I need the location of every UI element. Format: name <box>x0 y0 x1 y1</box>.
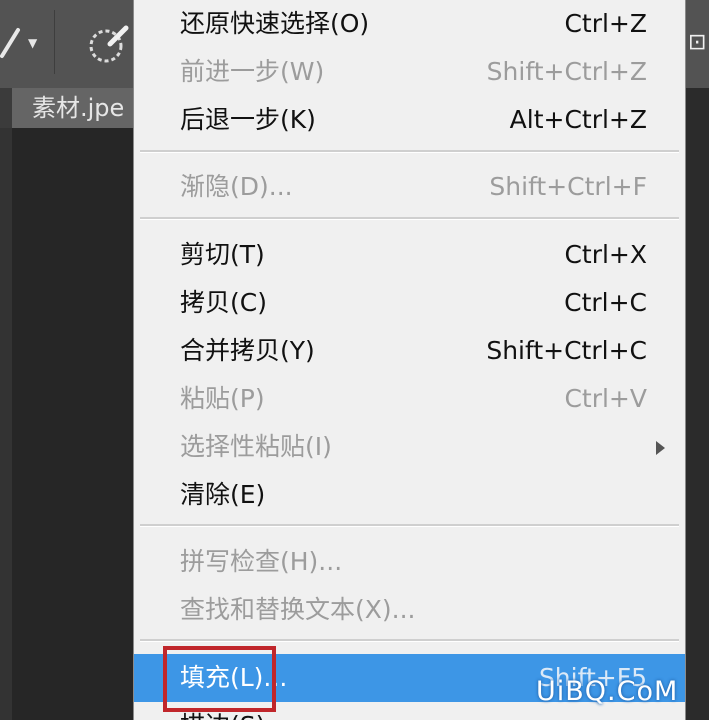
chevron-down-icon[interactable]: ▼ <box>28 36 37 50</box>
menu-item-step-forward[interactable]: 前进一步(W) Shift+Ctrl+Z <box>134 48 685 96</box>
menu-separator <box>140 524 679 527</box>
menu-item-undo-quick-selection[interactable]: 还原快速选择(O) Ctrl+Z <box>134 0 685 48</box>
menu-item-shortcut: Ctrl+Z <box>564 9 647 38</box>
document-tab-bar: 素材.jpe <box>0 88 140 128</box>
menu-item-check-spelling[interactable]: 拼写检查(H)... <box>134 538 685 586</box>
menu-item-shortcut: Shift+Ctrl+C <box>486 336 647 365</box>
menu-separator <box>140 217 679 220</box>
menu-item-label: 渐隐(D)... <box>180 172 293 201</box>
menu-item-clear[interactable]: 清除(E) <box>134 471 685 519</box>
menu-item-label: 描边(S)... <box>180 702 289 720</box>
menu-item-label: 填充(L)... <box>180 663 288 692</box>
quick-selection-brush-icon[interactable] <box>86 22 130 66</box>
submenu-arrow-icon <box>656 441 665 455</box>
menu-item-shortcut: Alt+Ctrl+Z <box>509 105 647 134</box>
menu-item-label: 选择性粘贴(I) <box>180 432 332 461</box>
menu-item-label: 合并拷贝(Y) <box>180 336 315 365</box>
menu-item-label: 清除(E) <box>180 480 266 509</box>
panel-icon[interactable]: ⊡ <box>688 30 706 55</box>
document-tab[interactable]: 素材.jpe <box>12 88 140 128</box>
menu-item-label: 前进一步(W) <box>180 57 325 86</box>
brush-tool-icon[interactable] <box>0 22 24 62</box>
watermark: UiBQ.CoM <box>536 676 679 707</box>
options-toolbar: ▼ <box>0 0 140 89</box>
menu-item-shortcut: Ctrl+V <box>564 384 647 413</box>
menu-item-shortcut: Ctrl+X <box>564 240 647 269</box>
menu-separator <box>140 639 679 642</box>
menu-item-shortcut: Shift+Ctrl+F <box>489 172 647 201</box>
edit-menu: 还原快速选择(O) Ctrl+Z 前进一步(W) Shift+Ctrl+Z 后退… <box>133 0 686 720</box>
menu-item-copy-merged[interactable]: 合并拷贝(Y) Shift+Ctrl+C <box>134 327 685 375</box>
canvas-area[interactable] <box>0 128 140 720</box>
menu-item-label: 拼写检查(H)... <box>180 547 343 576</box>
right-panel: ⊡ <box>686 0 709 720</box>
menu-separator <box>140 150 679 153</box>
toolbar-divider <box>54 10 55 74</box>
menu-item-shortcut: Shift+Ctrl+Z <box>486 57 647 86</box>
menu-item-shortcut: Ctrl+C <box>564 288 647 317</box>
canvas-ruler-strip <box>0 128 12 720</box>
menu-item-fade[interactable]: 渐隐(D)... Shift+Ctrl+F <box>134 163 685 211</box>
menu-item-find-replace-text[interactable]: 查找和替换文本(X)... <box>134 586 685 634</box>
menu-item-step-backward[interactable]: 后退一步(K) Alt+Ctrl+Z <box>134 96 685 144</box>
menu-item-label: 还原快速选择(O) <box>180 9 370 38</box>
menu-item-label: 查找和替换文本(X)... <box>180 595 416 624</box>
menu-item-label: 剪切(T) <box>180 240 265 269</box>
menu-item-label: 拷贝(C) <box>180 288 267 317</box>
menu-item-label: 粘贴(P) <box>180 384 265 413</box>
menu-item-cut[interactable]: 剪切(T) Ctrl+X <box>134 231 685 279</box>
menu-item-label: 后退一步(K) <box>180 105 316 134</box>
menu-item-paste[interactable]: 粘贴(P) Ctrl+V <box>134 375 685 423</box>
right-panel-toolbar: ⊡ <box>686 0 709 88</box>
menu-item-copy[interactable]: 拷贝(C) Ctrl+C <box>134 279 685 327</box>
menu-item-paste-special[interactable]: 选择性粘贴(I) <box>134 423 685 471</box>
